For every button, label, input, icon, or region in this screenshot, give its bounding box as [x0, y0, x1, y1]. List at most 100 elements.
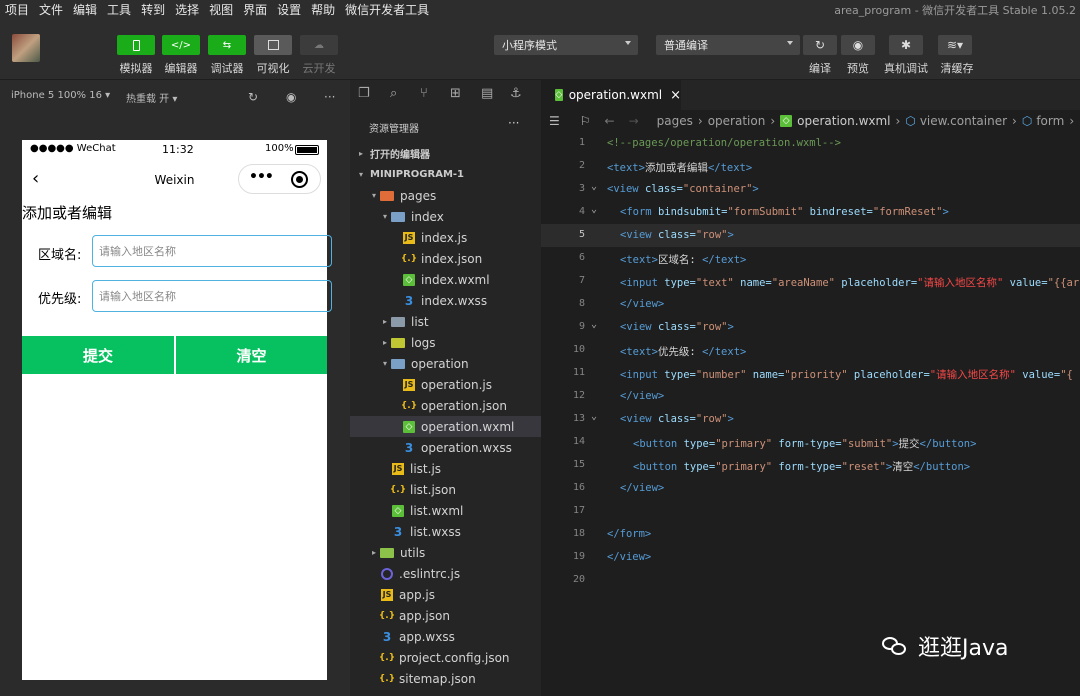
tab-operation-wxml[interactable]: ◇ operation.wxml × — [541, 80, 681, 110]
code-line[interactable]: 18 </form> — [541, 523, 1080, 546]
tree-file[interactable]: 3 operation.wxss — [350, 437, 541, 458]
fold-chevron-icon[interactable]: ⌄ — [591, 204, 597, 215]
record-icon[interactable]: ◉ — [286, 90, 296, 104]
menu-tools[interactable]: 工具 — [102, 1, 136, 18]
fold-chevron-icon[interactable]: ⌄ — [591, 181, 597, 192]
storage-icon[interactable]: ▤ — [481, 86, 493, 101]
code-line[interactable]: 10 <text>优先级: </text> — [541, 339, 1080, 362]
tree-file[interactable]: JS operation.js — [350, 374, 541, 395]
code-line[interactable]: 14 <button type="primary" form-type="subm… — [541, 431, 1080, 454]
fold-chevron-icon[interactable]: ⌄ — [591, 319, 597, 330]
tree-file[interactable]: {.} index.json — [350, 248, 541, 269]
close-miniprogram-icon[interactable] — [291, 171, 308, 188]
code-line[interactable]: 20 — [541, 569, 1080, 592]
code-line[interactable]: 2 <text>添加或者编辑</text> — [541, 155, 1080, 178]
breadcrumb-item[interactable]: operation — [708, 114, 766, 128]
breadcrumb-item[interactable]: operation.wxml — [797, 114, 890, 128]
menu-interface[interactable]: 界面 — [238, 1, 272, 18]
fold-chevron-icon[interactable]: ⌄ — [591, 411, 597, 422]
tree-file[interactable]: 3 list.wxss — [350, 521, 541, 542]
tree-folder[interactable]: ▸ logs — [350, 332, 541, 353]
area-name-input[interactable]: 请输入地区名称 — [92, 235, 332, 267]
code-line[interactable]: 17 — [541, 500, 1080, 523]
code-line[interactable]: 7 <input type="text" name="areaName" plac… — [541, 270, 1080, 293]
code-line[interactable]: 15 <button type="primary" form-type="rese… — [541, 454, 1080, 477]
menu-goto[interactable]: 转到 — [136, 1, 170, 18]
menu-project[interactable]: 项目 — [0, 1, 34, 18]
tree-folder[interactable]: ▸ list — [350, 311, 541, 332]
submit-button[interactable]: 提交 — [22, 336, 174, 374]
mode-select[interactable]: 小程序模式 — [494, 35, 638, 55]
tree-folder[interactable]: ▾ operation — [350, 353, 541, 374]
tree-file[interactable]: ◇ index.wxml — [350, 269, 541, 290]
menu-edit[interactable]: 编辑 — [68, 1, 102, 18]
clear-cache-button[interactable]: ≋▾ — [938, 35, 972, 55]
tree-file[interactable]: .eslintrc.js — [350, 563, 541, 584]
menu-settings[interactable]: 设置 — [272, 1, 306, 18]
tree-file[interactable]: ◇ operation.wxml — [350, 416, 541, 437]
tree-file[interactable]: 3 index.wxss — [350, 290, 541, 311]
project-section[interactable]: ▾ MINIPROGRAM-1 — [350, 164, 541, 185]
remote-debug-button[interactable]: ✱ — [889, 35, 923, 55]
editor-toggle-button[interactable]: </> — [162, 35, 200, 55]
tree-file[interactable]: {.} app.json — [350, 605, 541, 626]
menu-view[interactable]: 视图 — [204, 1, 238, 18]
menu-file[interactable]: 文件 — [34, 1, 68, 18]
close-icon[interactable]: × — [670, 88, 681, 103]
menu-help[interactable]: 帮助 — [306, 1, 340, 18]
visual-button[interactable] — [254, 35, 292, 55]
code-line[interactable]: 12 </view> — [541, 385, 1080, 408]
open-editors-section[interactable]: ▸ 打开的编辑器 — [350, 143, 541, 164]
reset-button[interactable]: 清空 — [176, 336, 327, 374]
code-line[interactable]: 3 ⌄ <view class="container"> — [541, 178, 1080, 201]
breadcrumb-item[interactable]: form — [1036, 114, 1064, 128]
back-arrow-icon[interactable]: ← — [605, 114, 615, 128]
tree-file[interactable]: JS list.js — [350, 458, 541, 479]
priority-input[interactable]: 请输入地区名称 — [92, 280, 332, 312]
menu-select[interactable]: 选择 — [170, 1, 204, 18]
bookmark-icon[interactable]: ⚐ — [580, 114, 591, 128]
tree-file[interactable]: {.} operation.json — [350, 395, 541, 416]
tree-file[interactable]: ◇ list.wxml — [350, 500, 541, 521]
code-line[interactable]: 13 ⌄ <view class="row"> — [541, 408, 1080, 431]
more-icon[interactable]: ··· — [324, 90, 335, 104]
tree-folder[interactable]: ▾ pages — [350, 185, 541, 206]
files-icon[interactable]: ❐ — [358, 86, 370, 101]
tree-file[interactable]: {.} list.json — [350, 479, 541, 500]
tree-file[interactable]: 3 app.wxss — [350, 626, 541, 647]
tree-file[interactable]: {.} project.config.json — [350, 647, 541, 668]
breadcrumb-item[interactable]: view.container — [920, 114, 1007, 128]
simulator-toggle-button[interactable] — [117, 35, 155, 55]
tree-file[interactable]: {.} sitemap.json — [350, 668, 541, 689]
breadcrumb-item[interactable]: pages — [657, 114, 693, 128]
code-line[interactable]: 6 <text>区域名: </text> — [541, 247, 1080, 270]
hot-reload-select[interactable]: 热重载 开 ▾ — [126, 90, 177, 105]
rotate-icon[interactable]: ↻ — [248, 90, 258, 104]
compile-mode-select[interactable]: 普通编译 — [656, 35, 800, 55]
docker-icon[interactable]: ⚓ — [510, 86, 522, 101]
more-dots-icon[interactable]: ••• — [249, 169, 274, 185]
search-icon[interactable]: ⌕ — [390, 86, 397, 101]
more-icon[interactable]: ··· — [508, 116, 519, 130]
device-select[interactable]: iPhone 5 100% 16 ▾ — [11, 90, 110, 101]
extensions-icon[interactable]: ⊞ — [450, 86, 461, 101]
code-line[interactable]: 19 </view> — [541, 546, 1080, 569]
tree-file[interactable]: JS app.js — [350, 584, 541, 605]
git-branch-icon[interactable]: ⑂ — [420, 86, 428, 101]
debugger-toggle-button[interactable]: ⇆ — [208, 35, 246, 55]
forward-arrow-icon[interactable]: → — [629, 114, 639, 128]
code-line[interactable]: 5 <view class="row"> — [541, 224, 1080, 247]
tree-folder[interactable]: ▾ index — [350, 206, 541, 227]
code-line[interactable]: 1 <!--pages/operation/operation.wxml--> — [541, 132, 1080, 155]
preview-button[interactable]: ◉ — [841, 35, 875, 55]
code-line[interactable]: 9 ⌄ <view class="row"> — [541, 316, 1080, 339]
compile-button[interactable]: ↻ — [803, 35, 837, 55]
cloud-dev-button[interactable]: ☁ — [300, 35, 338, 55]
tree-folder[interactable]: ▸ utils — [350, 542, 541, 563]
list-icon[interactable]: ☰ — [549, 114, 560, 128]
code-line[interactable]: 4 ⌄ <form bindsubmit="formSubmit" bindrese… — [541, 201, 1080, 224]
avatar[interactable] — [12, 34, 40, 62]
code-line[interactable]: 16 </view> — [541, 477, 1080, 500]
menu-wechat-devtools[interactable]: 微信开发者工具 — [340, 1, 434, 18]
code-line[interactable]: 8 </view> — [541, 293, 1080, 316]
